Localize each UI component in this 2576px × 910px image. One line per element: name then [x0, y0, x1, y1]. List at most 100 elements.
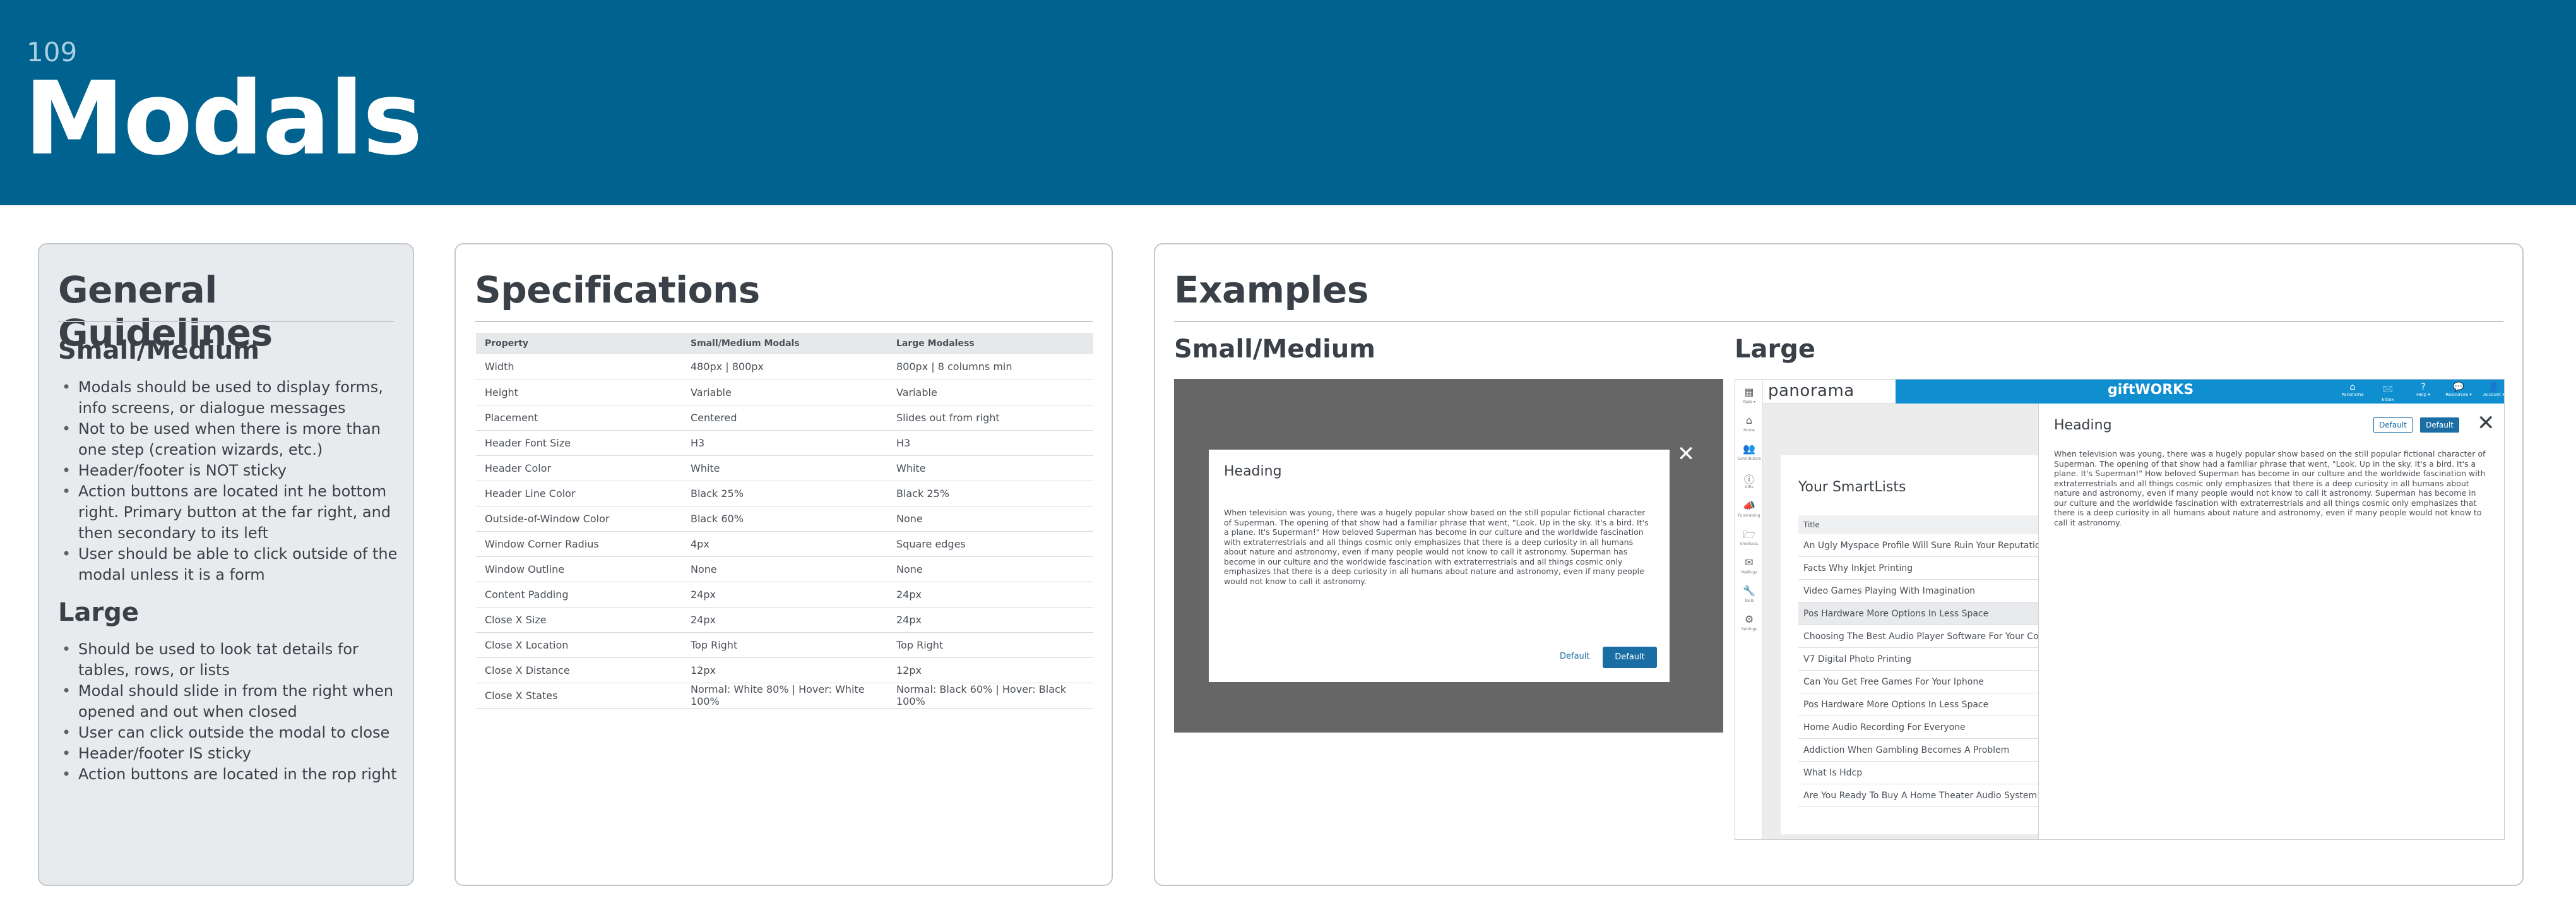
- list-item: Action buttons are located in the rop ri…: [62, 764, 410, 785]
- rail-label: Contributors: [1737, 457, 1761, 461]
- page-title: Modals: [24, 59, 423, 177]
- specifications-table-body: Width 480px | 800px 800px | 8 columns min H…: [476, 354, 1093, 709]
- table-cell: Close X States: [476, 683, 682, 709]
- rail-icon[interactable]: 📣: [1735, 500, 1763, 512]
- nav-icon: ?: [2421, 382, 2426, 392]
- nav-label: Panorama: [2341, 392, 2364, 397]
- list-item[interactable]: Video Games Playing With Imagination: [1798, 580, 2077, 602]
- list-item[interactable]: Addiction When Gambling Becomes A Proble…: [1798, 739, 2077, 762]
- large-modal-example: ▦ Apps ▾ ⌂ Home 👥 Contributors ⓘ Gifts 📣 Fundrais…: [1735, 379, 2505, 840]
- list-item[interactable]: Pos Hardware More Options In Less Space: [1798, 693, 2077, 716]
- table-cell: 24px: [887, 582, 1093, 608]
- rail-icon[interactable]: ▦: [1735, 386, 1763, 398]
- table-cell: White: [682, 455, 887, 481]
- table-row: Placement Centered Slides out from right: [476, 405, 1093, 431]
- table-cell: Outside-of-Window Color: [476, 506, 682, 532]
- primary-button[interactable]: Default: [1603, 647, 1657, 668]
- rail-icon[interactable]: ✉: [1735, 556, 1763, 568]
- guidelines-large-list: Should be used to look tat details for t…: [62, 639, 410, 785]
- close-icon[interactable]: ✕: [2477, 412, 2495, 434]
- giftworks-logo: giftWORKS: [2108, 382, 2194, 398]
- smartlists-column-header: Title: [1798, 515, 2077, 534]
- modal-body-text: When television was young, there was a h…: [1224, 508, 1649, 586]
- examples-small-heading: Small/Medium: [1174, 335, 1375, 364]
- table-cell: Content Padding: [476, 582, 682, 608]
- table-cell: Normal: Black 60% | Hover: Black 100%: [887, 683, 1093, 709]
- panorama-logo: panorama: [1768, 381, 1855, 400]
- list-item: Action buttons are located int he bottom…: [62, 481, 410, 544]
- small-modal-example: Heading When television was young, there…: [1174, 379, 1723, 733]
- table-cell: Close X Distance: [476, 657, 682, 683]
- table-row: Content Padding 24px 24px: [476, 582, 1093, 608]
- list-item[interactable]: An Ugly Myspace Profile Will Sure Ruin Y…: [1798, 534, 2077, 557]
- rail-label: Gifts: [1745, 485, 1754, 489]
- list-item[interactable]: Can You Get Free Games For Your Iphone: [1798, 671, 2077, 693]
- table-cell: Variable: [682, 380, 887, 405]
- list-item[interactable]: Pos Hardware More Options In Less Space: [1798, 602, 2077, 625]
- rail-icon[interactable]: ⚙: [1735, 613, 1763, 625]
- table-row: Outside-of-Window Color Black 60% None: [476, 506, 1093, 532]
- secondary-button[interactable]: Default: [1560, 652, 1590, 661]
- top-nav-item[interactable]: ? Help ▾: [2404, 382, 2442, 397]
- modal-heading: Heading: [1224, 464, 1282, 479]
- secondary-button[interactable]: Default: [2373, 417, 2413, 433]
- guidelines-small-list: Modals should be used to display forms, …: [62, 377, 410, 585]
- table-cell: None: [887, 506, 1093, 532]
- rail-icon[interactable]: ⌂: [1735, 414, 1763, 426]
- table-cell: Black 60%: [682, 506, 887, 532]
- guidelines-large-heading: Large: [58, 598, 139, 627]
- table-cell: 12px: [887, 657, 1093, 683]
- table-cell: Variable: [887, 380, 1093, 405]
- specifications-title: Specifications: [475, 268, 760, 311]
- primary-button[interactable]: Default: [2420, 417, 2459, 433]
- table-row: Header Color White White: [476, 455, 1093, 481]
- rail-label: Settings: [1741, 627, 1757, 632]
- rail-icon[interactable]: ⓘ: [1735, 471, 1763, 486]
- table-row: Window Outline None None: [476, 556, 1093, 582]
- top-nav-item[interactable]: 👤 Account ▾: [2475, 382, 2505, 397]
- rail-label: Tools: [1744, 599, 1754, 603]
- top-nav-item[interactable]: 💬 Resources ▾: [2440, 382, 2478, 397]
- modal-heading: Heading: [2054, 417, 2112, 433]
- table-row: Header Font Size H3 H3: [476, 430, 1093, 456]
- list-item[interactable]: Are You Ready To Buy A Home Theater Audi…: [1798, 784, 2077, 807]
- table-cell: Black 25%: [682, 481, 887, 506]
- nav-icon: 👤: [2488, 382, 2500, 392]
- list-item: Modals should be used to display forms, …: [62, 377, 410, 419]
- table-row: Close X Distance 12px 12px: [476, 657, 1093, 683]
- table-cell: 24px: [682, 582, 887, 608]
- table-cell: H3: [887, 430, 1093, 456]
- table-cell: Width: [476, 354, 682, 380]
- rail-label: Apps ▾: [1743, 400, 1755, 404]
- list-item[interactable]: V7 Digital Photo Printing: [1798, 648, 2077, 671]
- app-brand: panorama: [1763, 380, 1896, 404]
- rail-label: Mailings: [1741, 570, 1757, 575]
- list-item[interactable]: Choosing The Best Audio Player Software …: [1798, 625, 2077, 648]
- nav-label: Account ▾: [2483, 392, 2505, 397]
- list-item: Should be used to look tat details for t…: [62, 639, 410, 681]
- rail-icon[interactable]: 🔧: [1735, 585, 1763, 597]
- table-cell: 800px | 8 columns min: [887, 354, 1093, 380]
- rail-icon[interactable]: 👥: [1735, 443, 1763, 455]
- table-row: Header Line Color Black 25% Black 25%: [476, 481, 1093, 506]
- list-item[interactable]: Home Audio Recording For Everyone: [1798, 716, 2077, 739]
- list-item[interactable]: What Is Hdcp: [1798, 762, 2077, 784]
- table-cell: Close X Location: [476, 632, 682, 658]
- table-cell: Header Line Color: [476, 481, 682, 506]
- top-nav-item[interactable]: 🖂 Inbox: [2369, 382, 2407, 402]
- table-cell: Square edges: [887, 531, 1093, 557]
- guidelines-small-heading: Small/Medium: [58, 336, 259, 365]
- table-row: Close X Location Top Right Top Right: [476, 632, 1093, 658]
- examples-divider: [1174, 321, 2503, 322]
- table-cell: 480px | 800px: [682, 354, 887, 380]
- top-nav-item[interactable]: ⌂ Panorama: [2334, 382, 2371, 397]
- smartlists-card: Your SmartLists Title An Ugly Myspace Pr…: [1781, 455, 2077, 834]
- close-icon[interactable]: ✕: [1677, 443, 1695, 465]
- table-cell: None: [887, 556, 1093, 582]
- list-item[interactable]: Facts Why Inkjet Printing: [1798, 557, 2077, 580]
- guidelines-divider: [58, 321, 394, 322]
- table-cell: 24px: [682, 607, 887, 633]
- list-item: Not to be used when there is more than o…: [62, 419, 410, 460]
- table-row: Close X States Normal: White 80% | Hover:…: [476, 683, 1093, 709]
- specifications-divider: [475, 321, 1093, 322]
